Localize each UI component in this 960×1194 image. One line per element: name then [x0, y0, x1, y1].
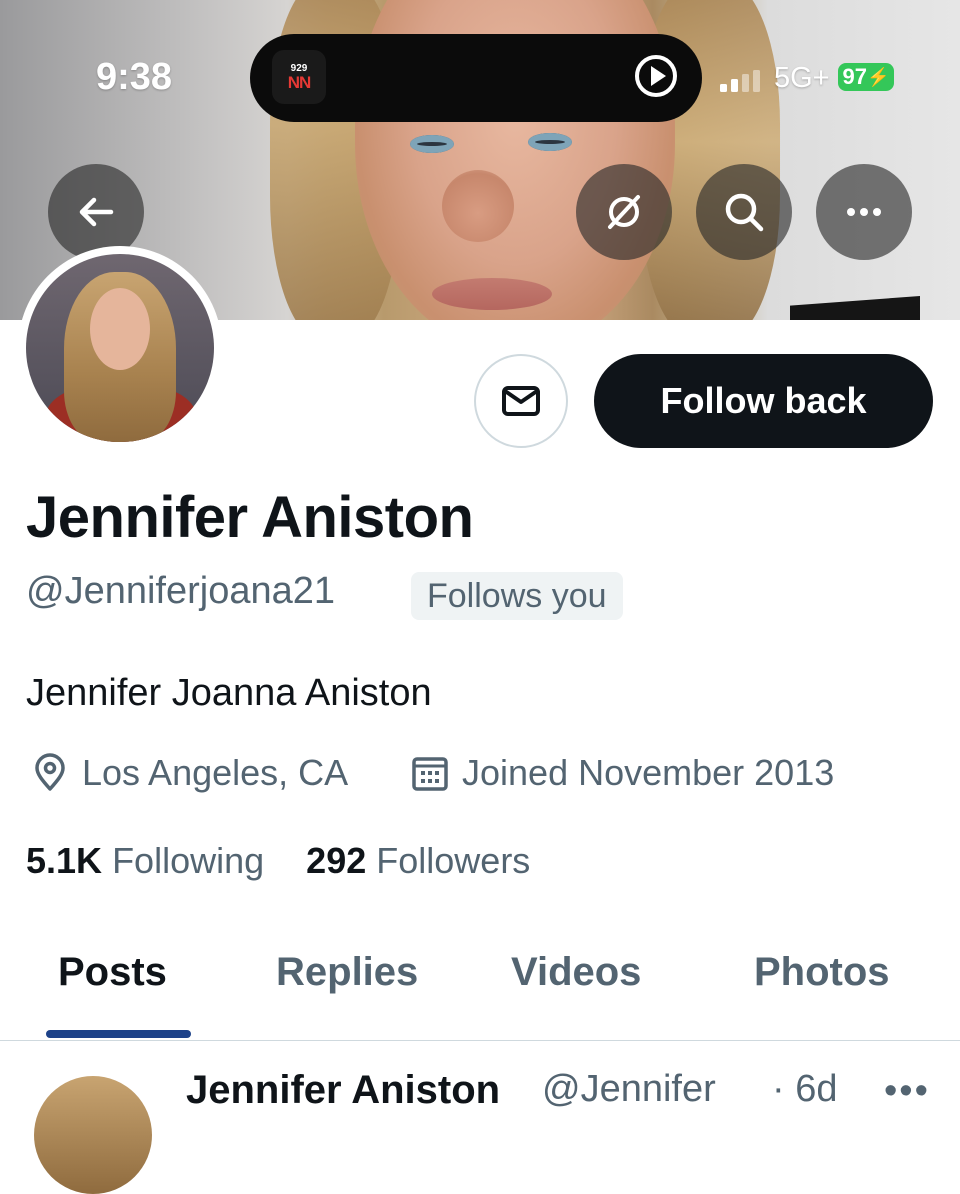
followers-count: 292 [306, 840, 367, 881]
post-more-icon[interactable]: ••• [884, 1070, 930, 1113]
more-options-button[interactable] [816, 164, 912, 260]
grok-icon [608, 195, 640, 229]
cellular-signal-icon [720, 70, 760, 92]
profile-bio: Jennifer Joanna Aniston [26, 672, 432, 714]
active-tab-indicator [46, 1030, 191, 1038]
dynamic-island[interactable]: 929 NN [250, 34, 702, 122]
user-handle: @Jenniferjoana21 [26, 570, 336, 612]
tab-posts[interactable]: Posts [58, 950, 167, 995]
search-icon [725, 193, 764, 232]
status-time: 9:38 [96, 56, 173, 98]
banner-photo-eye [528, 133, 572, 151]
followers-label: Followers [376, 840, 531, 881]
tab-replies[interactable]: Replies [276, 950, 418, 995]
more-icon [847, 208, 881, 216]
battery-level: 97 [842, 64, 868, 89]
display-name: Jennifer Aniston [26, 485, 474, 550]
joined-text: Joined November 2013 [462, 752, 835, 793]
follows-you-badge: Follows you [411, 572, 623, 620]
banner-photo-backdrop-sign [790, 296, 920, 320]
network-type: 5G+ [774, 62, 830, 94]
joined-item: Joined November 2013 [410, 752, 834, 794]
tab-photos[interactable]: Photos [754, 950, 890, 995]
post-author-name[interactable]: Jennifer Aniston [186, 1068, 500, 1113]
avatar-photo [26, 254, 214, 442]
post-author-handle[interactable]: @Jennifer [542, 1068, 716, 1111]
location-item: Los Angeles, CA [30, 752, 348, 794]
charging-bolt-icon: ⚡ [867, 66, 890, 87]
arrow-left-icon [79, 197, 114, 227]
banner-photo-nose [442, 170, 514, 242]
following-link[interactable]: 5.1K Following [26, 840, 274, 881]
banner-photo-lips [432, 278, 552, 310]
calendar-icon [412, 757, 448, 791]
location-text: Los Angeles, CA [82, 752, 349, 793]
radio-app-logo-line2: NN [287, 73, 312, 92]
grok-button[interactable] [576, 164, 672, 260]
banner-photo-eye [410, 135, 454, 153]
following-count: 5.1K [26, 840, 103, 881]
message-button[interactable] [474, 354, 568, 448]
battery-indicator: 97 ⚡ [838, 63, 894, 91]
post-author-avatar[interactable] [34, 1076, 152, 1194]
profile-avatar[interactable] [18, 246, 222, 450]
play-icon[interactable] [634, 54, 678, 98]
avatar-photo-face [90, 288, 150, 370]
location-pin-icon [35, 753, 65, 791]
follow-stats: 5.1K Following 292 Followers [26, 840, 530, 882]
followers-link[interactable]: 292 Followers [306, 840, 530, 881]
follow-back-button[interactable]: Follow back [594, 354, 933, 448]
envelope-icon [502, 386, 540, 416]
search-button[interactable] [696, 164, 792, 260]
post-timestamp: · 6d [772, 1068, 838, 1110]
following-label: Following [112, 840, 265, 881]
tab-videos[interactable]: Videos [511, 950, 641, 995]
radio-app-logo: 929 NN [272, 50, 326, 104]
profile-tabs: Posts Replies Videos Photos [0, 940, 960, 1041]
